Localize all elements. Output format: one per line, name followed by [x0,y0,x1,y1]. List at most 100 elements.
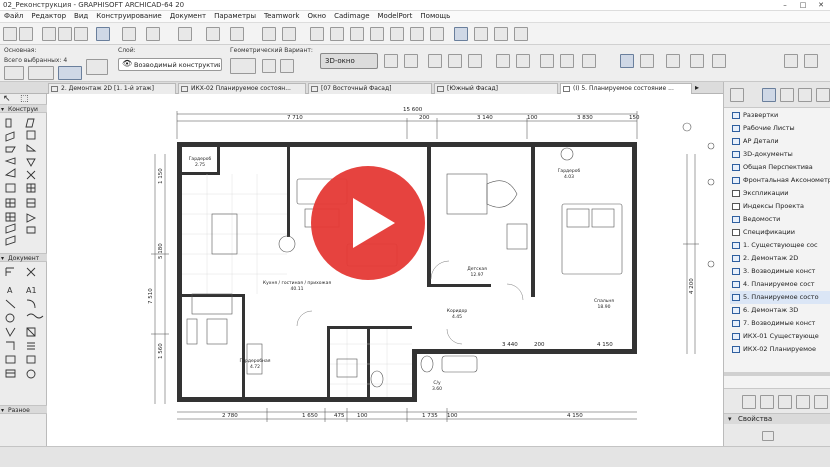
orbit-icon[interactable] [428,54,442,68]
properties-toggle-icon[interactable] [762,431,774,441]
3d-box-icon[interactable] [262,27,276,41]
cloud-icon[interactable] [514,27,528,41]
view-option2-icon[interactable] [404,54,418,68]
cursor-icon[interactable] [230,27,244,41]
layers-icon[interactable] [474,27,488,41]
minimize-button[interactable]: – [776,0,794,11]
menu-file[interactable]: Файл [0,11,27,20]
nav-item[interactable]: 2. Демонтаж 2D [730,252,830,265]
home-icon[interactable] [310,27,324,41]
layout-book-icon[interactable] [780,88,794,102]
drafting-icon[interactable] [206,27,220,41]
nav-item[interactable]: Фронтальная Аксонометрия [730,174,830,187]
maximize-button[interactable]: □ [794,0,812,11]
floor-plan-canvas[interactable]: 15 600 7 710 200 3 140 100 3 830 150 2 7… [47,94,723,446]
publish-icon[interactable] [640,54,654,68]
view-option1-icon[interactable] [384,54,398,68]
nav-item[interactable]: 3D-документы [730,148,830,161]
menu-design[interactable]: Конструирование [92,11,165,20]
menu-cadimage[interactable]: Cadimage [330,11,373,20]
teamwork-icon[interactable] [494,27,508,41]
nav-item[interactable]: 1. Существующее сос [730,239,830,252]
nav-item[interactable]: Развертки [730,109,830,122]
nav-item-selected[interactable]: 5. Планируемое состо [730,291,830,304]
menu-view[interactable]: Вид [70,11,92,20]
new-view-icon[interactable] [742,395,756,409]
tab-east-facade[interactable]: [07 Восточный Фасад] [308,83,432,94]
project-map-icon[interactable] [730,88,744,102]
stairs-icon[interactable] [410,27,424,41]
design-tools-grid[interactable] [4,117,44,249]
nav-item[interactable]: Спецификации [730,226,830,239]
close-button[interactable]: ✕ [812,0,830,11]
geometry-variant-icon[interactable] [230,58,256,74]
geometry-option2-icon[interactable] [280,59,294,73]
nav-item[interactable]: 3. Возводимые конст [730,265,830,278]
tab-demolition-2d[interactable]: 2. Демонтаж 2D [1. 1-й этаж] [48,83,176,94]
house-icon[interactable] [430,27,444,41]
magic-wand-icon[interactable] [178,27,192,41]
scrollbar[interactable] [724,372,830,376]
section-document[interactable]: Документ [0,253,47,263]
menu-window[interactable]: Окно [303,11,330,20]
properties-header[interactable]: ▾ Свойства [724,413,830,424]
zoom-out-icon[interactable] [516,54,530,68]
eyedropper-icon[interactable] [58,27,72,41]
zoom-in-icon[interactable] [496,54,510,68]
settings-icon[interactable] [814,395,828,409]
play-icon[interactable] [309,164,427,282]
tab-menu-icon[interactable]: ▸ [695,83,699,92]
section-more[interactable]: Разное [0,405,47,415]
tab-south-facade[interactable]: [Южный Фасад] [434,83,558,94]
nav-item[interactable]: Ведомости [730,213,830,226]
delete-icon[interactable] [796,395,810,409]
nav-item[interactable]: Рабочие Листы [730,122,830,135]
nav-item[interactable]: АР Детали [730,135,830,148]
document-tools-grid[interactable]: A A1 [4,266,44,398]
cylinder-icon[interactable] [330,27,344,41]
grid-snap-icon[interactable] [146,27,160,41]
arrow-tool-icon[interactable]: ↖ [3,94,11,104]
folder-add-icon[interactable] [778,395,792,409]
undo-icon[interactable] [3,27,17,41]
layer-selector[interactable]: 👁 Возводимый конструктив [118,58,222,71]
section-design[interactable]: Конструи [0,104,47,114]
nav-item[interactable]: Общая Перспектива [730,161,830,174]
syringe-icon[interactable] [74,27,88,41]
pen-icon[interactable] [28,66,54,80]
nav-item[interactable]: 4. Планируемое сост [730,278,830,291]
cut-icon[interactable] [370,27,384,41]
figure-icon[interactable] [390,27,404,41]
clone-icon[interactable] [760,395,774,409]
window-3d-button[interactable]: 3D-окно [320,53,378,69]
print-icon[interactable] [620,54,634,68]
organizer-icon[interactable] [816,88,830,102]
publisher-icon[interactable] [798,88,812,102]
nav-item[interactable]: 6. Демонтаж 3D [730,304,830,317]
menu-document[interactable]: Документ [166,11,210,20]
shadow-icon[interactable] [690,54,704,68]
render-icon[interactable] [666,54,680,68]
camera-icon[interactable] [784,54,798,68]
redo-icon[interactable] [19,27,33,41]
split-icon[interactable] [350,27,364,41]
layer-toggle-icon[interactable] [58,66,82,80]
nav-item[interactable]: ИКХ-01 Существующе [730,330,830,343]
menu-options[interactable]: Параметры [210,11,260,20]
layout-icon[interactable] [454,27,468,41]
fit-icon[interactable] [540,54,554,68]
menu-teamwork[interactable]: Teamwork [260,11,303,20]
pan-icon[interactable] [560,54,574,68]
marquee-tool-icon[interactable]: ⬚ [20,94,29,104]
menu-modelport[interactable]: ModelPort [374,11,417,20]
nav-item[interactable]: ИКХ-02 Планируемое [730,343,830,356]
menu-help[interactable]: Помощь [416,11,454,20]
selection-icon[interactable] [4,66,24,80]
menu-edit[interactable]: Редактор [27,11,70,20]
nav-item[interactable]: Индексы Проекта [730,200,830,213]
nav-item[interactable]: 7. Возводимые конст [730,317,830,330]
settings-icon[interactable] [804,54,818,68]
geometry-option1-icon[interactable] [262,59,276,73]
guide-icon[interactable] [122,27,136,41]
sun-icon[interactable] [712,54,726,68]
